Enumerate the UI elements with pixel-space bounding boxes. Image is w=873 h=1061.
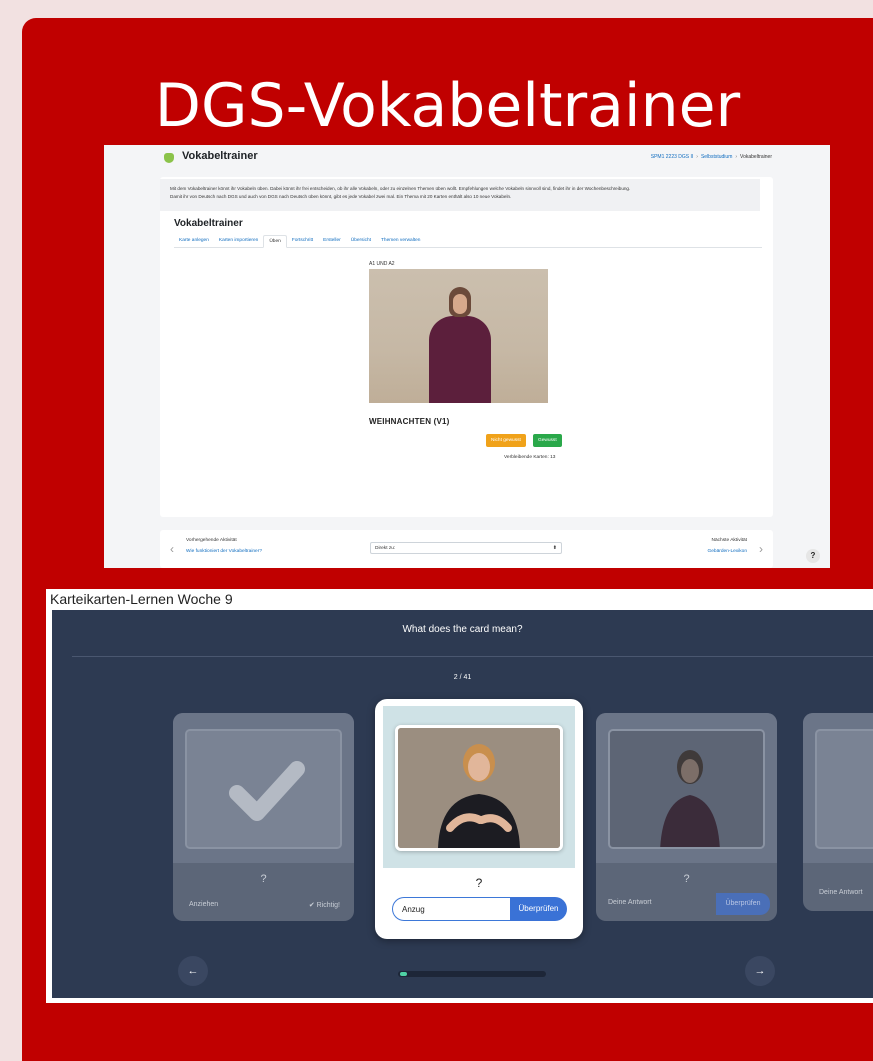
arrow-right-icon[interactable]: →: [745, 956, 775, 986]
moodle-header: Vokabeltrainer SPM1 2223 DGS II › Selbstst…: [104, 145, 830, 173]
next-activity-label: Nächste Aktivität: [711, 538, 747, 543]
card-previous: ? Anziehen ✔ Richtig!: [173, 713, 354, 921]
remaining-cards: Verbleibende Karten: 13: [504, 455, 556, 460]
answer-placeholder: Deine Antwort: [608, 899, 652, 906]
breadcrumb: SPM1 2223 DGS II › Selbststudium › Vokabeltr…: [650, 154, 772, 160]
card-qmark: ?: [260, 873, 267, 885]
tab-karten-importieren[interactable]: Karten importieren: [214, 235, 263, 248]
card-qmark: ?: [683, 873, 690, 885]
card-qmark: ?: [475, 876, 483, 890]
sign-video[interactable]: [369, 269, 548, 403]
breadcrumb-item[interactable]: SPM1 2223 DGS II: [651, 154, 694, 160]
card-question: What does the card mean?: [402, 624, 523, 635]
moodle-screenshot: Vokabeltrainer SPM1 2223 DGS II › Selbstst…: [104, 145, 830, 568]
tab-ueben[interactable]: Üben: [263, 235, 287, 248]
breadcrumb-item[interactable]: Selbststudium: [701, 154, 732, 160]
sign-video[interactable]: [395, 725, 563, 851]
chevron-left-icon[interactable]: ‹: [170, 542, 174, 556]
answer-input[interactable]: Anzug: [392, 897, 510, 921]
intro-text: Mit dem Vokabeltrainer könnt ihr Vokabel…: [160, 179, 760, 211]
known-button[interactable]: Gewusst: [533, 434, 562, 447]
level-label: A1 UND A2: [369, 261, 395, 267]
card-upcoming: Deine Antwort: [803, 713, 873, 911]
tab-ersteller[interactable]: Ersteller: [318, 235, 346, 248]
card-image: [185, 729, 342, 849]
progress-bar: [398, 971, 546, 977]
check-button: Überprüfen: [716, 893, 770, 915]
intro-line: Mit dem Vokabeltrainer könnt ihr Vokabel…: [170, 186, 631, 191]
card-next: ? Deine Antwort Überprüfen: [596, 713, 777, 921]
slide-title: DGS-Vokabeltrainer: [154, 71, 741, 141]
moodle-page-title: Vokabeltrainer: [182, 150, 258, 162]
help-button[interactable]: ?: [806, 549, 820, 563]
card-status: ✔ Richtig!: [308, 902, 340, 909]
prev-activity-link[interactable]: Wie funktioniert der Vokabeltrainer?: [186, 549, 262, 554]
card-word: WEIHNACHTEN (V1): [369, 417, 450, 426]
signer-figure: [429, 316, 491, 403]
divider: [72, 656, 873, 657]
signer-figure: [610, 731, 763, 847]
flashcards-panel: What does the card mean? 2 / 41 ? Anzieh…: [52, 610, 873, 998]
check-button[interactable]: Überprüfen: [510, 897, 567, 921]
activity-navigation: ‹ Vorhergehende Aktivität Wie funktionie…: [160, 530, 773, 568]
jump-to-select[interactable]: Direkt zu: ⬍: [370, 542, 562, 554]
card-current: ? Anzug Überprüfen: [375, 699, 583, 939]
card-counter: 2 / 41: [453, 674, 472, 681]
card-image: [815, 729, 873, 849]
tab-themen-verwalten[interactable]: Themen verwalten: [376, 235, 425, 248]
flashcards-screenshot: Karteikarten-Lernen Woche 9 What does th…: [46, 589, 873, 1003]
arrow-left-icon[interactable]: ←: [178, 956, 208, 986]
progress-fill: [400, 972, 407, 976]
activity-icon: [164, 153, 174, 163]
next-activity-link[interactable]: Gebärden-Lexikon: [708, 549, 747, 554]
checkmark-icon: [187, 731, 340, 847]
intro-line: Damit ihr von Deutsch nach DGS und auch …: [170, 194, 512, 199]
card-image: [608, 729, 765, 849]
breadcrumb-current: Vokabeltrainer: [740, 154, 772, 160]
jump-to-label: Direkt zu:: [375, 546, 396, 551]
prev-activity-label: Vorhergehende Aktivität: [186, 538, 237, 543]
flashcards-heading: Karteikarten-Lernen Woche 9: [50, 591, 233, 607]
not-known-button[interactable]: Nicht gewusst: [486, 434, 526, 447]
signer-face: [453, 294, 467, 314]
card-answer: Anziehen: [189, 901, 219, 908]
chevron-right-icon[interactable]: ›: [759, 542, 763, 556]
tab-bar: Karte anlegen Karten importieren Üben Fo…: [174, 235, 762, 248]
select-caret-icon: ⬍: [552, 545, 557, 551]
answer-placeholder: Deine Antwort: [819, 889, 863, 896]
tab-fortschritt[interactable]: Fortschritt: [287, 235, 318, 248]
tab-uebersicht[interactable]: Übersicht: [346, 235, 376, 248]
tab-karte-anlegen[interactable]: Karte anlegen: [174, 235, 214, 248]
signer-figure: [398, 728, 560, 848]
section-heading: Vokabeltrainer: [174, 218, 243, 229]
